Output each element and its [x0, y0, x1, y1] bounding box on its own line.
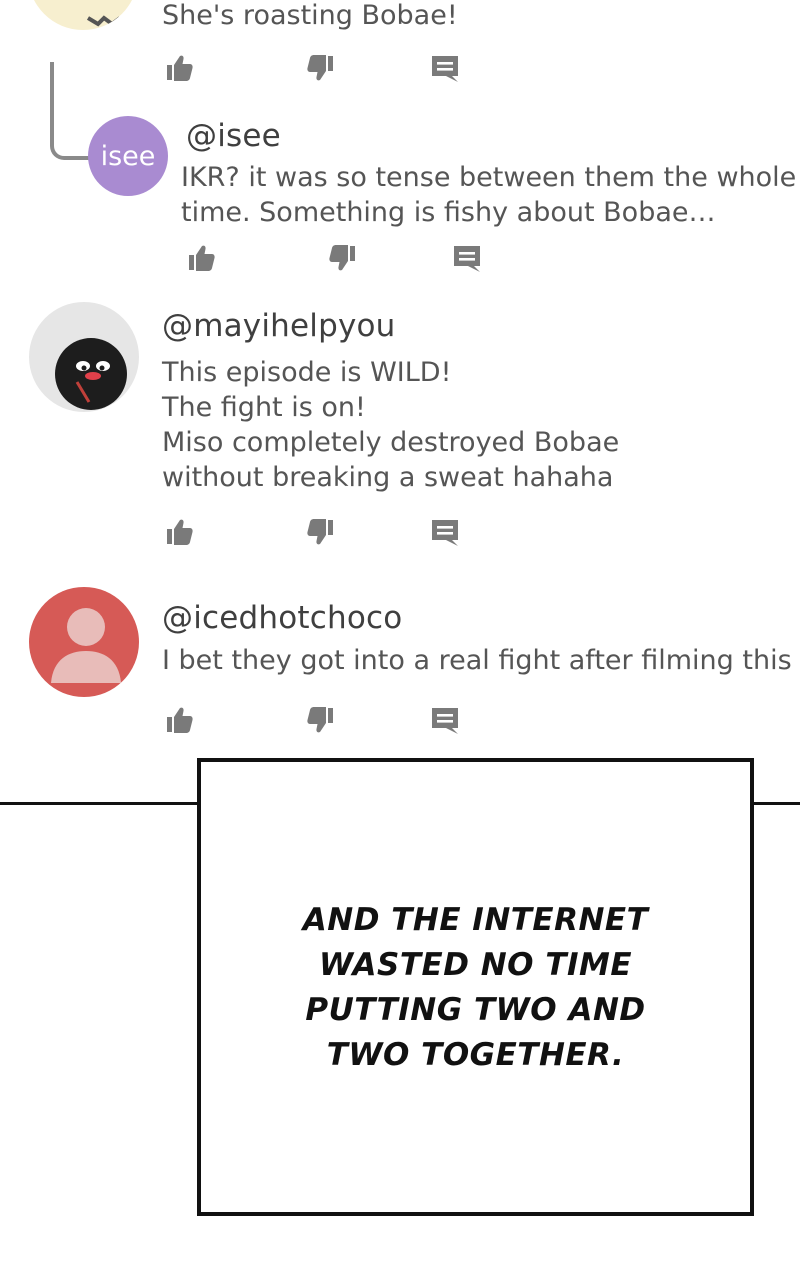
comment-icon[interactable]	[450, 238, 484, 278]
penguin-icon	[55, 338, 127, 410]
comment-text: She's roasting Bobae!	[162, 0, 458, 31]
thumbs-up-icon[interactable]	[162, 700, 196, 740]
avatar[interactable]	[29, 302, 139, 412]
comment-icon[interactable]	[428, 700, 462, 740]
default-user-icon	[51, 608, 121, 683]
thumbs-down-icon[interactable]	[304, 700, 338, 740]
comment-text: IKR? it was so tense between them the wh…	[181, 162, 797, 228]
comment-text: I bet they got into a real fight after f…	[162, 645, 800, 676]
comment-actions	[162, 48, 482, 88]
comment-icon[interactable]	[428, 512, 462, 552]
thumbs-up-icon[interactable]	[162, 512, 196, 552]
avatar[interactable]	[29, 587, 139, 697]
comment-text: This episode is WILD! The fight is on! M…	[162, 357, 620, 493]
comment-actions	[162, 700, 482, 740]
avatar[interactable]: isee	[88, 116, 168, 196]
comment-actions	[162, 512, 482, 552]
thumbs-down-icon[interactable]	[304, 48, 338, 88]
comment-actions	[184, 238, 504, 278]
username[interactable]: @icedhotchoco	[162, 600, 402, 636]
comment-icon[interactable]	[428, 48, 462, 88]
avatar[interactable]	[28, 0, 138, 30]
username[interactable]: @isee	[186, 118, 281, 154]
thumbs-up-icon[interactable]	[162, 48, 196, 88]
avatar-label: isee	[100, 140, 156, 172]
panel-border-line-right	[752, 802, 800, 805]
username[interactable]: @mayihelpyou	[162, 308, 396, 344]
panel-border-line-left	[0, 802, 200, 805]
thumbs-down-icon[interactable]	[304, 512, 338, 552]
caption-text: AND THE INTERNET WASTED NO TIME PUTTING …	[302, 902, 649, 1073]
thumbs-down-icon[interactable]	[326, 238, 360, 278]
caption-box: AND THE INTERNET WASTED NO TIME PUTTING …	[197, 758, 754, 1216]
thumbs-up-icon[interactable]	[184, 238, 218, 278]
